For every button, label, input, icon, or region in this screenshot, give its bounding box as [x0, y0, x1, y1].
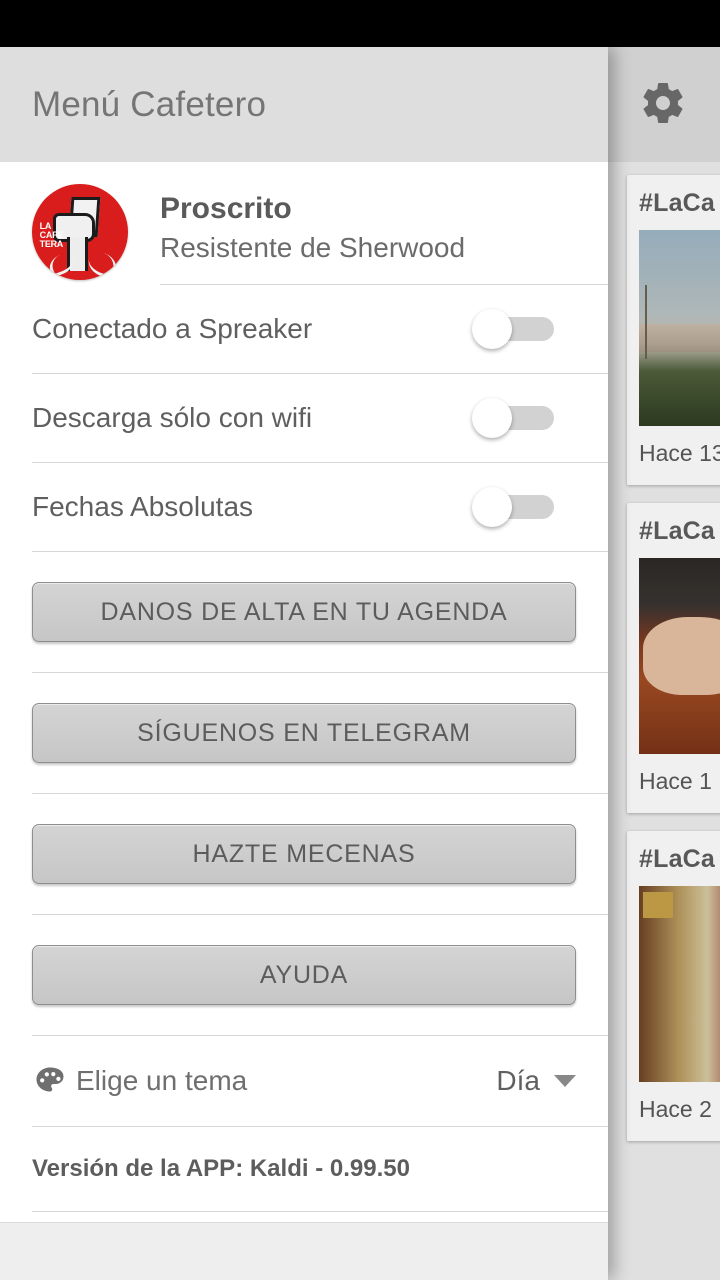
become-patron-button[interactable]: HAZTE MECENAS — [32, 824, 576, 884]
setting-row-spreaker[interactable]: Conectado a Spreaker — [0, 285, 608, 373]
app-version-text: Versión de la APP: Kaldi - 0.99.50 — [32, 1155, 410, 1182]
agenda-button-row: DANOS DE ALTA EN TU AGENDA — [0, 552, 608, 672]
setting-label: Fechas Absolutas — [32, 491, 254, 522]
patron-button-row: HAZTE MECENAS — [0, 794, 608, 914]
help-button[interactable]: AYUDA — [32, 945, 576, 1005]
toggle-thumb — [472, 309, 512, 349]
theme-label: Elige un tema — [76, 1065, 248, 1096]
chevron-down-icon[interactable] — [554, 1075, 576, 1087]
version-row: Versión de la APP: Kaldi - 0.99.50 — [0, 1127, 608, 1211]
profile-name: Proscrito — [160, 192, 292, 225]
profile-subtitle: Resistente de Sherwood — [160, 232, 466, 263]
toggle-wifi-only[interactable] — [472, 398, 554, 438]
toggle-thumb — [472, 398, 512, 438]
palette-icon — [32, 1063, 68, 1099]
toggle-spreaker[interactable] — [472, 309, 554, 349]
setting-row-absolute-dates[interactable]: Fechas Absolutas — [0, 463, 608, 551]
profile-section[interactable]: LA CAFE TERA Proscrito Resistente de She… — [0, 162, 608, 285]
divider — [160, 284, 608, 285]
drawer-header: Menú Cafetero — [0, 47, 608, 162]
help-button-row: AYUDA — [0, 915, 608, 1035]
setting-row-wifi[interactable]: Descarga sólo con wifi — [0, 374, 608, 462]
page-title: Menú Cafetero — [32, 84, 267, 124]
toggle-thumb — [472, 487, 512, 527]
setting-label: Conectado a Spreaker — [32, 313, 313, 344]
avatar-brand-text: LA CAFE TERA — [39, 221, 64, 250]
theme-selected-value[interactable]: Día — [496, 1065, 540, 1097]
status-bar — [0, 0, 720, 47]
divider — [32, 1211, 608, 1212]
setting-label: Descarga sólo con wifi — [32, 402, 313, 433]
toggle-absolute-dates[interactable] — [472, 487, 554, 527]
add-to-agenda-button[interactable]: DANOS DE ALTA EN TU AGENDA — [32, 582, 576, 642]
follow-telegram-button[interactable]: SÍGUENOS EN TELEGRAM — [32, 703, 576, 763]
theme-picker-row[interactable]: Elige un tema Día — [0, 1036, 608, 1126]
drawer-footer — [0, 1222, 608, 1280]
drawer-body: LA CAFE TERA Proscrito Resistente de She… — [0, 162, 608, 1222]
telegram-button-row: SÍGUENOS EN TELEGRAM — [0, 673, 608, 793]
avatar: LA CAFE TERA — [32, 184, 128, 280]
navigation-drawer: Menú Cafetero LA CAFE TERA Proscrito Res… — [0, 47, 608, 1280]
